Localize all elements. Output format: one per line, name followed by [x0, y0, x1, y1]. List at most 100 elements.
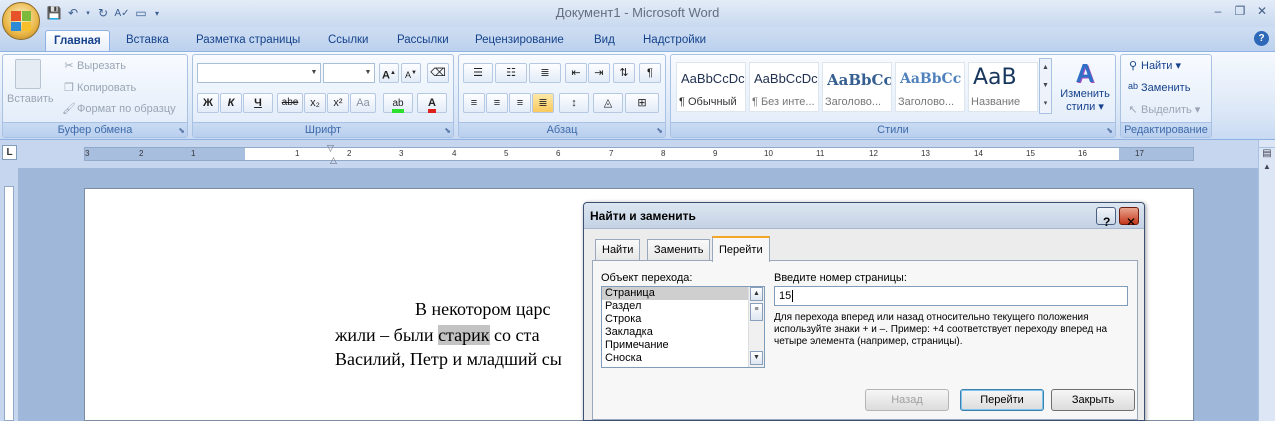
tab-mailings[interactable]: Рассылки	[389, 30, 457, 51]
list-item[interactable]: Примечание	[602, 339, 764, 352]
font-name-combo[interactable]: ▼	[197, 63, 321, 83]
scroll-down-icon[interactable]: ▼	[750, 351, 763, 365]
paragraph-group: ☰ ☷ ≣ ⇤ ⇥ ⇅ ¶ ≡ ≡ ≡ ≣ ↕ ◬ ⊞ Абзац ⬊	[458, 54, 666, 138]
ruler-toggle-icon[interactable]: ▤	[1259, 148, 1275, 162]
align-left-button[interactable]: ≡	[463, 93, 485, 113]
page-number-input[interactable]: 15	[774, 286, 1128, 306]
copy-button[interactable]: ❐ Копировать	[61, 81, 136, 95]
vertical-ruler[interactable]	[4, 186, 14, 421]
tab-references[interactable]: Ссылки	[320, 30, 377, 51]
dialog-launcher-icon[interactable]: ⬊	[444, 126, 451, 135]
minimize-icon[interactable]: ‒	[1206, 4, 1230, 20]
tab-home[interactable]: Главная	[45, 30, 110, 51]
close-icon: ✕	[1126, 215, 1137, 229]
tab-replace[interactable]: Заменить	[647, 239, 711, 261]
tab-view[interactable]: Вид	[586, 30, 623, 51]
format-painter-button[interactable]: 🖌Формат по образцу	[61, 102, 176, 116]
tab-page-layout[interactable]: Разметка страницы	[188, 30, 308, 51]
shading-button[interactable]: ◬	[593, 93, 623, 113]
highlight-button[interactable]: ab	[383, 93, 413, 113]
list-item[interactable]: Закладка	[602, 326, 764, 339]
numbered-list-icon: ☷	[506, 67, 516, 79]
goto-what-list[interactable]: Страница Раздел Строка Закладка Примечан…	[601, 286, 765, 368]
list-item[interactable]: Страница	[602, 287, 748, 300]
style-heading-2[interactable]: AaBbCc Заголово...	[895, 62, 965, 112]
bold-button[interactable]: Ж	[197, 93, 219, 113]
goto-button[interactable]: Перейти	[960, 389, 1044, 411]
increase-indent-button[interactable]: ⇥	[588, 63, 610, 83]
paste-button[interactable]: Вставить	[7, 59, 54, 105]
multilevel-list-button[interactable]: ≣	[529, 63, 561, 83]
dialog-launcher-icon[interactable]: ⬊	[1106, 126, 1113, 135]
styles-scroll[interactable]: ▲ ▼ ▾	[1039, 58, 1052, 114]
italic-button[interactable]: К	[220, 93, 242, 113]
left-indent-marker[interactable]: △	[330, 155, 337, 166]
sort-button[interactable]: ⇅	[613, 63, 635, 83]
font-color-button[interactable]: A	[417, 93, 447, 113]
font-color-icon: A	[428, 97, 436, 113]
dialog-title-bar: Найти и заменить ? ✕	[584, 203, 1144, 229]
scroll-thumb[interactable]: ≡	[750, 303, 763, 321]
pilcrow-icon: ¶	[647, 67, 653, 79]
vertical-scrollbar[interactable]: ▤ ▲	[1258, 140, 1275, 421]
grow-font-button[interactable]: A▲	[379, 63, 399, 83]
clear-formatting-button[interactable]: ⌫	[427, 63, 449, 83]
line-spacing-button[interactable]: ↕	[559, 93, 589, 113]
font-size-combo[interactable]: ▼	[323, 63, 375, 83]
list-scrollbar[interactable]: ▲ ≡ ▼	[748, 287, 764, 367]
scroll-up-icon[interactable]: ▲	[1259, 162, 1275, 176]
back-button[interactable]: Назад	[865, 389, 949, 411]
list-item[interactable]: Строка	[602, 313, 764, 326]
dialog-close-button[interactable]: ✕	[1119, 207, 1139, 229]
align-center-button[interactable]: ≡	[486, 93, 508, 113]
dialog-launcher-icon[interactable]: ⬊	[656, 126, 663, 135]
tab-insert[interactable]: Вставка	[118, 30, 177, 51]
split-icon[interactable]	[1259, 140, 1275, 148]
close-button[interactable]: Закрыть	[1051, 389, 1135, 411]
scroll-up-icon[interactable]: ▲	[750, 287, 763, 301]
first-line-indent-marker[interactable]: ▽	[327, 143, 334, 154]
shrink-font-button[interactable]: A▼	[401, 63, 421, 83]
justify-button[interactable]: ≣	[532, 93, 554, 113]
restore-icon[interactable]: ❐	[1228, 4, 1252, 20]
borders-button[interactable]: ⊞	[625, 93, 659, 113]
list-item[interactable]: Раздел	[602, 300, 764, 313]
bullets-button[interactable]: ☰	[463, 63, 493, 83]
show-marks-button[interactable]: ¶	[639, 63, 661, 83]
select-button[interactable]: ↖ Выделить ▾	[1125, 103, 1200, 117]
list-item[interactable]: Сноска	[602, 352, 764, 365]
numbering-button[interactable]: ☷	[495, 63, 527, 83]
tab-addins[interactable]: Надстройки	[635, 30, 714, 51]
dialog-launcher-icon[interactable]: ⬊	[178, 126, 185, 135]
subscript-button[interactable]: x₂	[304, 93, 326, 113]
find-button[interactable]: ⚲ Найти ▾	[1125, 59, 1181, 73]
close-window-icon[interactable]: ✕	[1250, 4, 1274, 20]
replace-button[interactable]: ab Заменить	[1125, 81, 1190, 95]
tab-selector[interactable]: L	[2, 145, 17, 160]
tab-review[interactable]: Рецензирование	[467, 30, 572, 51]
cut-button[interactable]: ✂ Вырезать	[61, 59, 126, 73]
help-icon[interactable]: ?	[1254, 31, 1269, 46]
decrease-indent-button[interactable]: ⇤	[565, 63, 587, 83]
underline-button[interactable]: Ч	[243, 93, 273, 113]
style-normal[interactable]: AaBbCcDc ¶ Обычный	[676, 62, 746, 112]
page-number-label: Введите номер страницы:	[774, 272, 907, 284]
tab-find[interactable]: Найти	[595, 239, 641, 261]
style-no-spacing[interactable]: AaBbCcDc ¶ Без инте...	[749, 62, 819, 112]
group-label: Абзац	[459, 122, 665, 137]
office-button[interactable]	[2, 2, 40, 40]
style-heading-1[interactable]: AaBbCc Заголово...	[822, 62, 892, 112]
superscript-button[interactable]: x²	[327, 93, 349, 113]
goto-what-label: Объект перехода:	[601, 272, 693, 284]
change-styles-button[interactable]: A Изменить стили ▾	[1056, 58, 1114, 120]
align-right-button[interactable]: ≡	[509, 93, 531, 113]
dialog-title: Найти и заменить	[590, 209, 696, 223]
style-title[interactable]: AaB Название	[968, 62, 1038, 112]
help-button[interactable]: ?	[1096, 207, 1116, 229]
tab-goto[interactable]: Перейти	[712, 236, 770, 262]
paint-bucket-icon: ◬	[603, 97, 613, 109]
document-line-1: В некотором царс	[415, 299, 551, 319]
horizontal-ruler[interactable]: 3 2 1 1 2 3 4 5 6 7 8 9 10 11 12 13 14 1…	[84, 147, 1194, 161]
strikethrough-button[interactable]: abe	[277, 93, 303, 113]
change-case-button[interactable]: Aa	[350, 93, 376, 113]
